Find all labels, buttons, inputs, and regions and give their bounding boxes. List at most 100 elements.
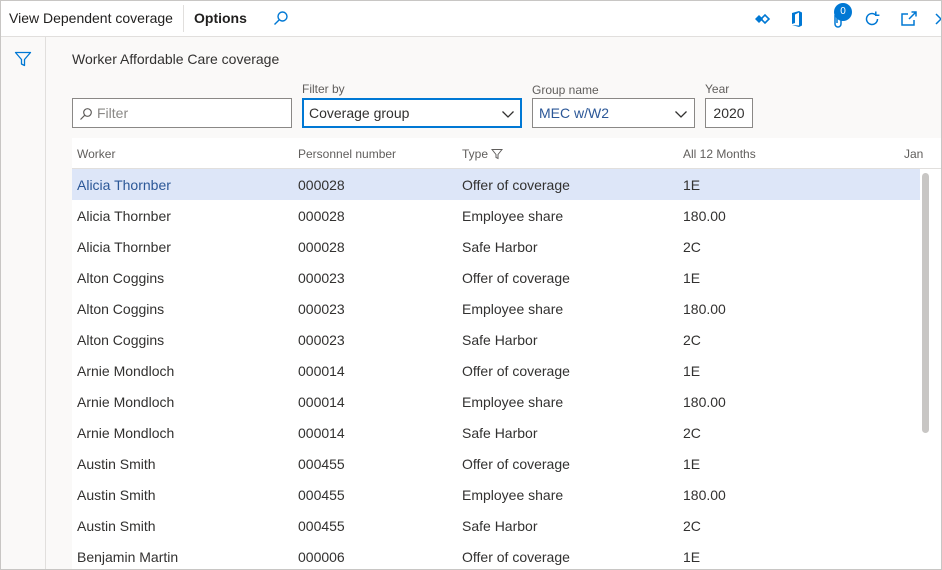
cell-all-12-months: 2C <box>683 239 701 255</box>
app-window: View Dependent coverage Options 0 Worker… <box>0 0 942 570</box>
cell-personnel-number: 000028 <box>298 239 345 255</box>
group-name-select[interactable]: MEC w/W2 <box>532 98 695 128</box>
cell-worker[interactable]: Benjamin Martin <box>77 549 178 565</box>
chevron-down-icon <box>675 111 687 118</box>
table-row[interactable]: Austin Smith 000455 Offer of coverage 1E <box>72 448 920 479</box>
toolbar-divider <box>183 5 184 32</box>
column-header-type-label: Type <box>462 147 489 161</box>
cell-worker[interactable]: Alicia Thornber <box>77 177 171 193</box>
table-row[interactable]: Benjamin Martin 000006 Offer of coverage… <box>72 541 920 569</box>
cell-personnel-number: 000014 <box>298 363 345 379</box>
navigation-rail <box>1 37 46 569</box>
table-row[interactable]: Alton Coggins 000023 Offer of coverage 1… <box>72 262 920 293</box>
action-pane: View Dependent coverage Options 0 <box>1 1 941 37</box>
cell-worker[interactable]: Alicia Thornber <box>77 239 171 255</box>
cell-all-12-months: 2C <box>683 332 701 348</box>
cell-worker[interactable]: Alton Coggins <box>77 301 164 317</box>
cell-all-12-months: 180.00 <box>683 301 726 317</box>
office-icon[interactable] <box>786 8 808 30</box>
table-row[interactable]: Arnie Mondloch 000014 Safe Harbor 2C <box>72 417 920 448</box>
column-header-worker[interactable]: Worker <box>77 147 115 161</box>
cell-worker[interactable]: Alicia Thornber <box>77 208 171 224</box>
cell-worker[interactable]: Arnie Mondloch <box>77 394 174 410</box>
year-label: Year <box>705 82 730 96</box>
cell-personnel-number: 000023 <box>298 301 345 317</box>
cell-all-12-months: 180.00 <box>683 394 726 410</box>
cell-personnel-number: 000455 <box>298 456 345 472</box>
options-tab[interactable]: Options <box>194 1 247 36</box>
cell-type: Safe Harbor <box>462 239 538 255</box>
table-row[interactable]: Austin Smith 000455 Employee share 180.0… <box>72 479 920 510</box>
column-header-all-12-months[interactable]: All 12 Months <box>683 147 756 161</box>
cell-personnel-number: 000014 <box>298 394 345 410</box>
open-new-window-icon[interactable] <box>898 8 920 30</box>
filter-by-select[interactable]: Coverage group <box>302 98 522 128</box>
table-row[interactable]: Alicia Thornber 000028 Offer of coverage… <box>72 169 920 200</box>
cell-all-12-months: 2C <box>683 518 701 534</box>
cell-personnel-number: 000028 <box>298 177 345 193</box>
refresh-icon[interactable] <box>861 8 883 30</box>
filter-by-value: Coverage group <box>309 105 410 121</box>
cell-worker[interactable]: Arnie Mondloch <box>77 425 174 441</box>
cell-worker[interactable]: Austin Smith <box>77 456 156 472</box>
quick-filter-field[interactable] <box>72 98 292 128</box>
cell-type: Safe Harbor <box>462 425 538 441</box>
power-apps-icon[interactable] <box>751 8 773 30</box>
filter-icon <box>490 149 504 160</box>
cell-personnel-number: 000014 <box>298 425 345 441</box>
cell-personnel-number: 000455 <box>298 487 345 503</box>
cell-worker[interactable]: Alton Coggins <box>77 270 164 286</box>
cell-type: Offer of coverage <box>462 363 570 379</box>
search-icon <box>80 108 92 120</box>
cell-personnel-number: 000028 <box>298 208 345 224</box>
table-row[interactable]: Alton Coggins 000023 Safe Harbor 2C <box>72 324 920 355</box>
cell-all-12-months: 2C <box>683 425 701 441</box>
cell-all-12-months: 1E <box>683 363 701 379</box>
filter-by-label: Filter by <box>302 82 345 96</box>
column-header-type[interactable]: Type <box>462 147 504 161</box>
filter-pane-icon[interactable] <box>13 49 33 69</box>
table-row[interactable]: Austin Smith 000455 Safe Harbor 2C <box>72 510 920 541</box>
table-row[interactable]: Arnie Mondloch 000014 Employee share 180… <box>72 386 920 417</box>
grid-header: Worker Personnel number Type All 12 Mont… <box>72 138 941 169</box>
cell-type: Employee share <box>462 487 564 503</box>
cell-type: Offer of coverage <box>462 270 570 286</box>
cell-all-12-months: 180.00 <box>683 487 726 503</box>
quick-filter-input[interactable] <box>97 102 287 124</box>
cell-all-12-months: 1E <box>683 456 701 472</box>
column-header-jan[interactable]: Jan <box>904 147 923 161</box>
column-header-personnel-number[interactable]: Personnel number <box>298 147 396 161</box>
year-field[interactable]: 2020 <box>705 98 753 128</box>
cell-personnel-number: 000006 <box>298 549 345 565</box>
cell-type: Offer of coverage <box>462 549 570 565</box>
close-icon[interactable] <box>931 8 941 30</box>
cell-type: Offer of coverage <box>462 177 570 193</box>
cell-personnel-number: 000455 <box>298 518 345 534</box>
cell-worker[interactable]: Alton Coggins <box>77 332 164 348</box>
cell-type: Offer of coverage <box>462 456 570 472</box>
table-row[interactable]: Alton Coggins 000023 Employee share 180.… <box>72 293 920 324</box>
cell-type: Safe Harbor <box>462 332 538 348</box>
cell-type: Safe Harbor <box>462 518 538 534</box>
cell-all-12-months: 1E <box>683 177 701 193</box>
cell-worker[interactable]: Austin Smith <box>77 487 156 503</box>
coverage-grid: Worker Personnel number Type All 12 Mont… <box>72 138 941 569</box>
cell-all-12-months: 180.00 <box>683 208 726 224</box>
grid-vertical-scrollbar[interactable] <box>922 173 929 433</box>
year-value: 2020 <box>713 105 745 121</box>
cell-worker[interactable]: Austin Smith <box>77 518 156 534</box>
cell-all-12-months: 1E <box>683 549 701 565</box>
cell-all-12-months: 1E <box>683 270 701 286</box>
view-dependent-coverage-button[interactable]: View Dependent coverage <box>9 1 173 36</box>
cell-worker[interactable]: Arnie Mondloch <box>77 363 174 379</box>
page-title: Worker Affordable Care coverage <box>72 51 280 67</box>
search-icon[interactable] <box>271 9 291 29</box>
cell-type: Employee share <box>462 301 564 317</box>
group-name-label: Group name <box>532 83 599 97</box>
table-row[interactable]: Alicia Thornber 000028 Safe Harbor 2C <box>72 231 920 262</box>
table-row[interactable]: Arnie Mondloch 000014 Offer of coverage … <box>72 355 920 386</box>
cell-personnel-number: 000023 <box>298 270 345 286</box>
cell-personnel-number: 000023 <box>298 332 345 348</box>
table-row[interactable]: Alicia Thornber 000028 Employee share 18… <box>72 200 920 231</box>
cell-type: Employee share <box>462 208 564 224</box>
